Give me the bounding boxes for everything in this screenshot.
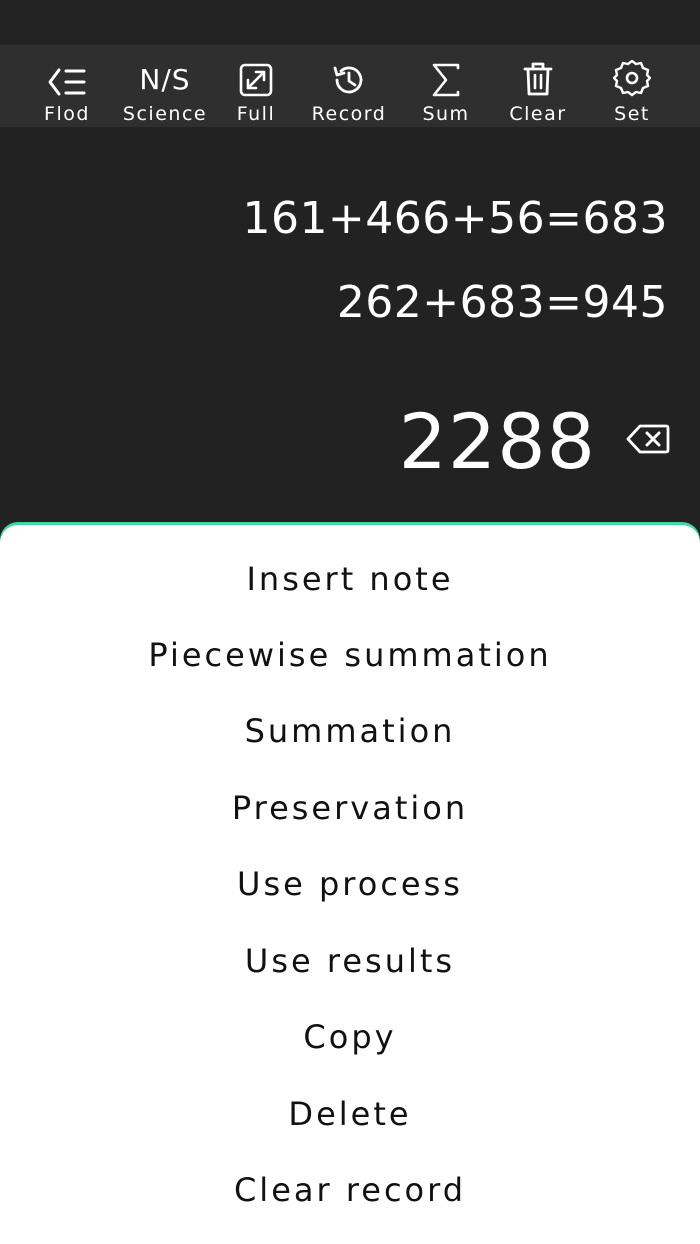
fold-button[interactable]: Flod xyxy=(38,45,96,127)
fullscreen-button[interactable]: Full xyxy=(232,45,280,127)
science-button[interactable]: N/S Science xyxy=(118,45,212,127)
science-label: Science xyxy=(122,103,208,125)
fold-label: Flod xyxy=(44,103,90,125)
history-icon xyxy=(331,55,367,97)
history-expression[interactable]: 161+466+56=683 xyxy=(242,193,668,244)
menu-item-preservation[interactable]: Preservation xyxy=(0,770,700,846)
menu-item-use-results[interactable]: Use results xyxy=(0,923,700,999)
backspace-icon[interactable] xyxy=(626,424,670,454)
menu-item-delete[interactable]: Delete xyxy=(0,1076,700,1152)
gear-icon xyxy=(613,55,651,97)
status-bar xyxy=(0,0,700,45)
toolbar: Flod N/S Science Full Record Sum Clear S… xyxy=(0,45,700,127)
record-button[interactable]: Record xyxy=(305,45,393,127)
record-label: Record xyxy=(311,103,387,125)
calculator-display: 161+466+56=683 262+683=945 2288 xyxy=(0,127,700,525)
history-expression[interactable]: 262+683=945 xyxy=(337,277,668,328)
trash-icon xyxy=(522,55,554,97)
clear-button[interactable]: Clear xyxy=(503,45,573,127)
clear-label: Clear xyxy=(509,103,567,125)
fullscreen-icon xyxy=(239,55,273,97)
ns-text-icon: N/S xyxy=(139,55,190,97)
menu-item-insert-note[interactable]: Insert note xyxy=(0,541,700,617)
result-value: 2288 xyxy=(398,397,596,486)
ns-text: N/S xyxy=(139,63,191,96)
settings-button[interactable]: Set xyxy=(608,45,656,127)
menu-item-summation[interactable]: Summation xyxy=(0,693,700,769)
sigma-icon xyxy=(431,55,461,97)
menu-item-clear-record[interactable]: Clear record xyxy=(0,1152,700,1228)
full-label: Full xyxy=(236,103,276,125)
sum-label: Sum xyxy=(422,103,470,125)
menu-item-piecewise-summation[interactable]: Piecewise summation xyxy=(0,617,700,693)
context-menu-sheet: Insert note Piecewise summation Summatio… xyxy=(0,525,700,1244)
sum-button[interactable]: Sum xyxy=(418,45,474,127)
fold-list-icon xyxy=(47,55,87,97)
set-label: Set xyxy=(614,103,650,125)
menu-item-use-process[interactable]: Use process xyxy=(0,846,700,922)
menu-item-copy[interactable]: Copy xyxy=(0,999,700,1075)
